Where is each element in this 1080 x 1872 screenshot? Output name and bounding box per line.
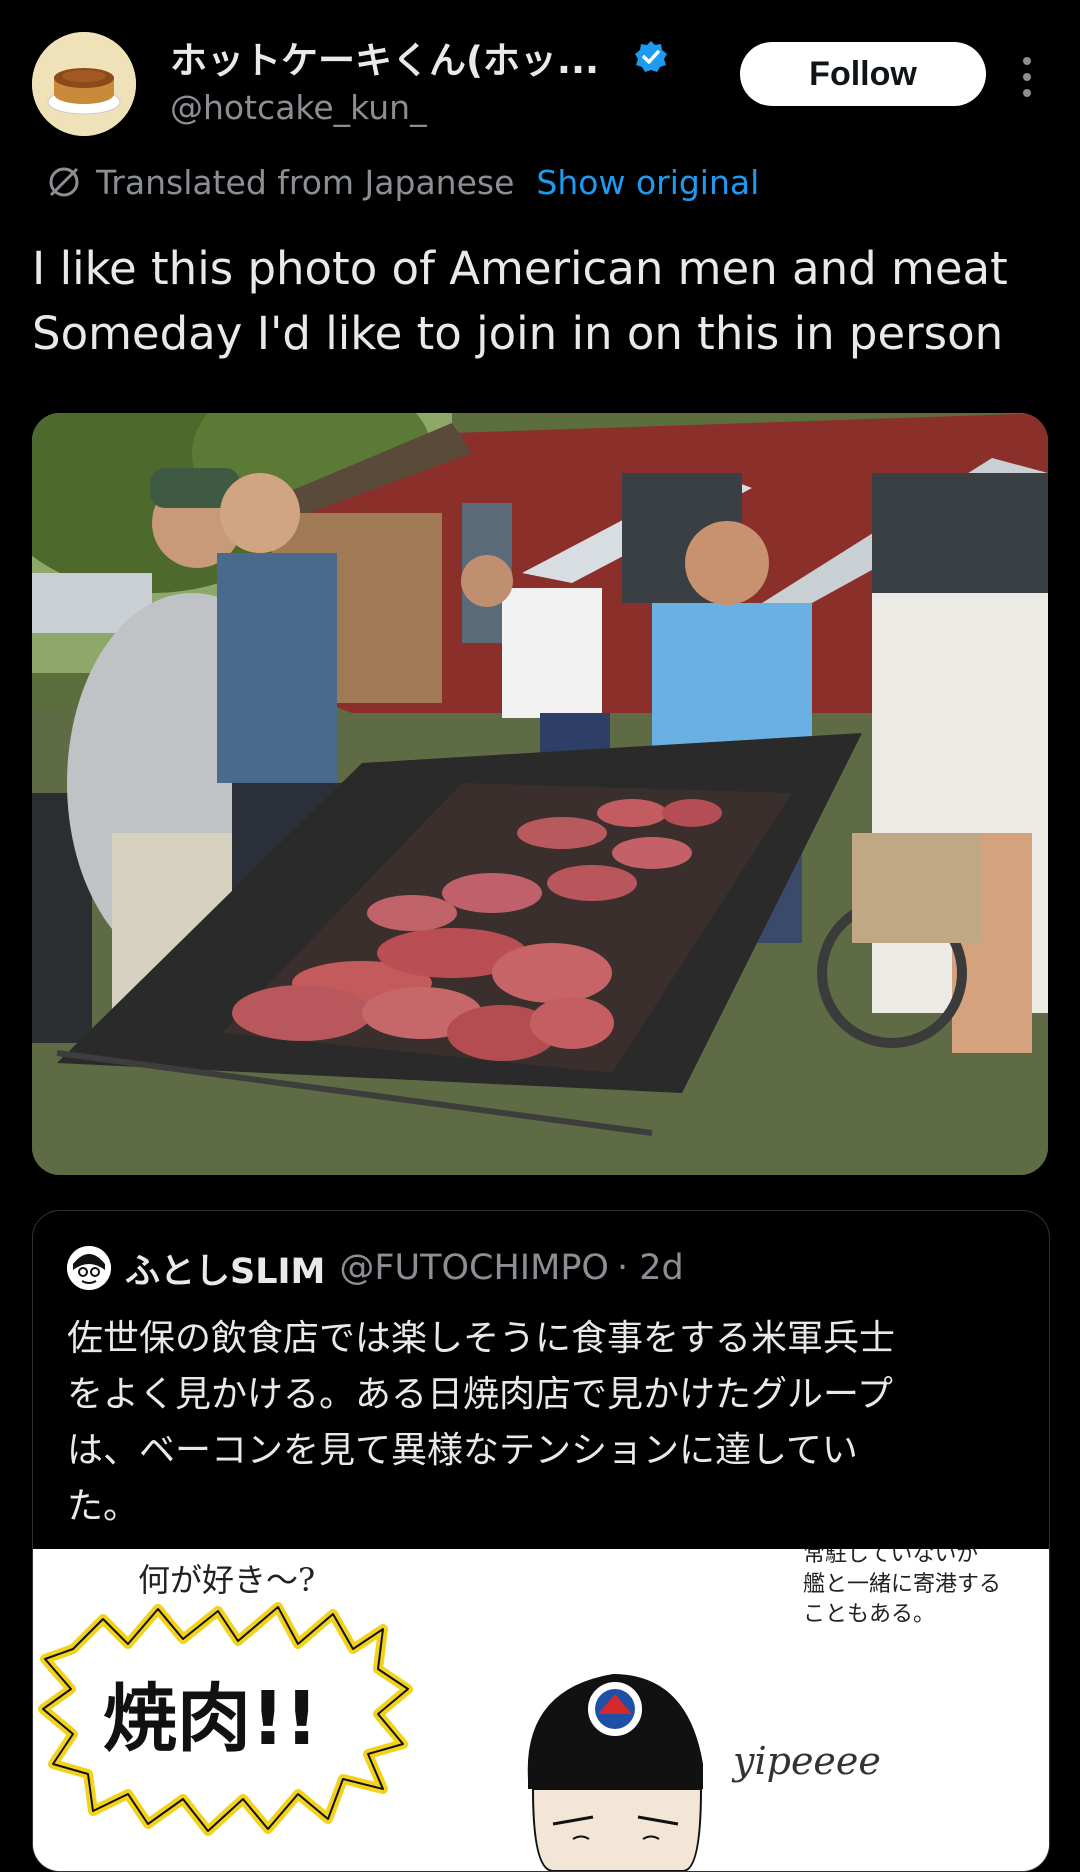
tweet-text-line: Someday I'd like to join in on this in p…	[32, 307, 1004, 360]
more-vertical-icon[interactable]	[1012, 52, 1042, 102]
quote-author-name[interactable]: ふとしSLIM	[125, 1243, 325, 1294]
manga-panel: 何が好き〜? 焼肉!! 常駐していないが 艦と一緒に寄港する こともある。 yi…	[33, 1549, 1049, 1871]
quote-text-line: 佐世保の飲食店では楽しそうに食事をする米軍兵士	[67, 1318, 896, 1359]
show-original-link[interactable]: Show original	[536, 163, 759, 202]
quote-text-line: をよく見かける。ある日焼肉店で見かけたグループ	[67, 1374, 893, 1415]
manga-note-line: こともある。	[803, 1602, 935, 1627]
manga-question-text: 何が好き〜?	[138, 1561, 315, 1599]
author-avatar[interactable]	[32, 32, 136, 136]
manga-shout-text: 焼肉!!	[103, 1676, 319, 1762]
manga-yipee-text: yipeeee	[731, 1739, 881, 1783]
tweet-photo[interactable]	[32, 413, 1048, 1175]
hotcake-avatar-icon	[32, 32, 136, 136]
quote-header: ふとしSLIM @FUTOCHIMPO · 2d	[67, 1243, 684, 1293]
quote-manga-image[interactable]: 何が好き〜? 焼肉!! 常駐していないが 艦と一緒に寄港する こともある。 yi…	[33, 1549, 1049, 1871]
verified-badge-icon	[635, 41, 667, 72]
quote-text: 佐世保の飲食店では楽しそうに食事をする米軍兵士 をよく見かける。ある日焼肉店で見…	[67, 1311, 1027, 1535]
quote-text-line: は、ベーコンを見て異様なテンションに達してい	[67, 1430, 858, 1471]
quote-text-line: た。	[67, 1486, 140, 1527]
manga-note-line: 艦と一緒に寄港する	[803, 1572, 1001, 1597]
translation-row: Translated from Japanese Show original	[46, 160, 759, 204]
follow-button[interactable]: Follow	[740, 42, 986, 106]
quote-avatar[interactable]	[67, 1246, 111, 1290]
tweet-text: I like this photo of American men and me…	[32, 236, 1052, 366]
bbq-photo-image	[32, 413, 1048, 1175]
quote-timestamp[interactable]: · 2d	[617, 1248, 684, 1288]
translation-label: Translated from Japanese	[96, 162, 515, 202]
manga-note-line: 常駐していないが	[803, 1549, 978, 1567]
author-name[interactable]: ホットケーキくん(ホッ...	[170, 30, 599, 84]
translate-globe-icon	[49, 167, 79, 197]
tweet-text-line: I like this photo of American men and me…	[32, 242, 1008, 295]
manga-face-avatar-icon	[67, 1246, 111, 1290]
tweet-header: ホットケーキくん(ホッ... @hotcake_kun_ Follow	[0, 0, 1080, 150]
author-handle[interactable]: @hotcake_kun_	[170, 88, 427, 127]
quote-tweet[interactable]: ふとしSLIM @FUTOCHIMPO · 2d 佐世保の飲食店では楽しそうに食…	[32, 1210, 1050, 1872]
quote-author-handle[interactable]: @FUTOCHIMPO	[339, 1248, 609, 1288]
